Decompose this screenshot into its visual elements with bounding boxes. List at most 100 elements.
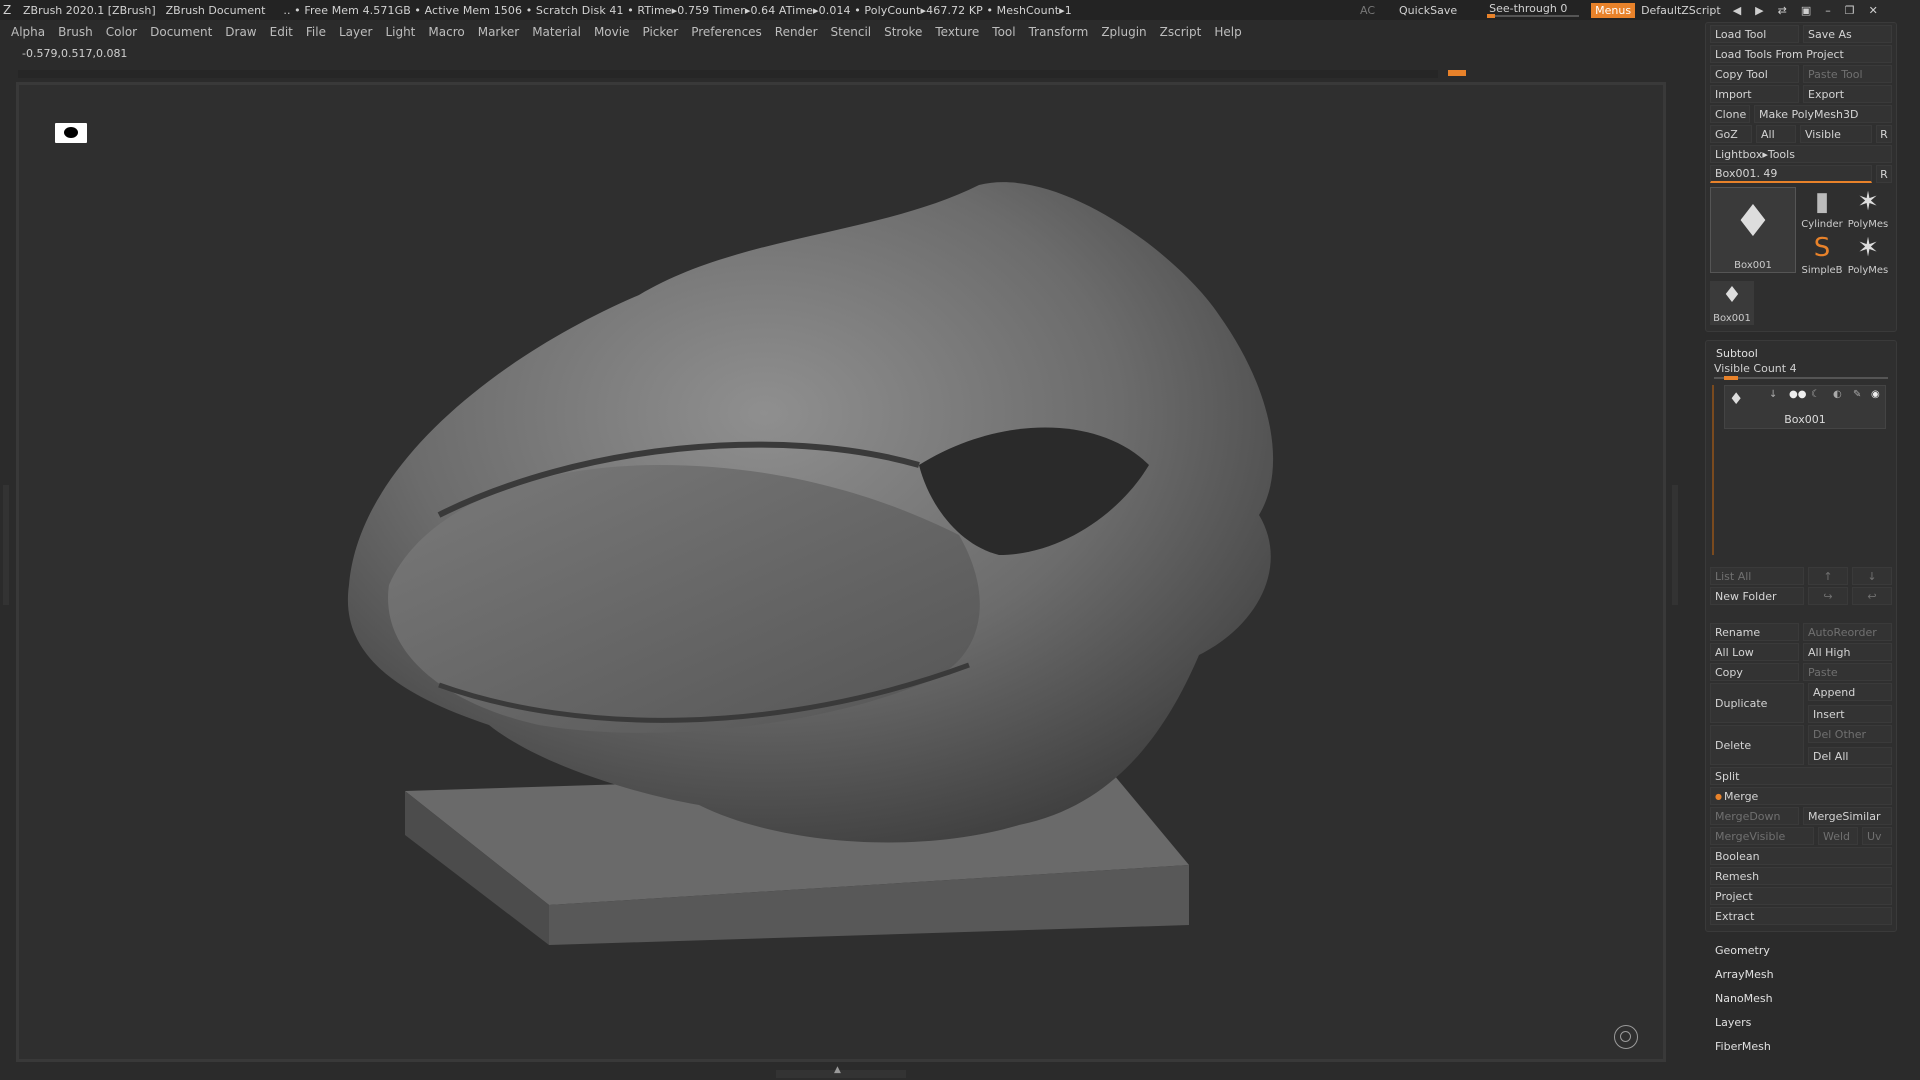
section-nanomesh[interactable]: NanoMesh <box>1715 986 1887 1010</box>
folder-out-icon[interactable]: ↩ <box>1852 587 1892 605</box>
menu-help[interactable]: Help <box>1214 25 1241 39</box>
load-tool-button[interactable]: Load Tool <box>1710 25 1799 43</box>
left-tray-handle[interactable] <box>3 485 9 605</box>
menu-picker[interactable]: Picker <box>642 25 678 39</box>
menu-preferences[interactable]: Preferences <box>691 25 762 39</box>
copy-button[interactable]: Copy <box>1710 663 1799 681</box>
timeline-track[interactable] <box>18 70 1466 78</box>
copy-tool-button[interactable]: Copy Tool <box>1710 65 1799 83</box>
menu-zscript[interactable]: Zscript <box>1160 25 1202 39</box>
lightbox-tools-button[interactable]: Lightbox▸Tools <box>1710 145 1892 163</box>
tool-thumb-box001-small[interactable]: ♦ Box001 <box>1710 281 1754 325</box>
see-through-knob[interactable] <box>1487 14 1496 18</box>
bottom-tray-handle[interactable] <box>776 1065 906 1078</box>
menu-transform[interactable]: Transform <box>1029 25 1089 39</box>
section-fibermesh[interactable]: FiberMesh <box>1715 1034 1887 1058</box>
goz-all-button[interactable]: All <box>1756 125 1796 143</box>
tool-thumb-box001[interactable]: ♦ Box001 <box>1710 187 1796 273</box>
visible-count-slider[interactable]: Visible Count 4 <box>1706 362 1896 380</box>
split-button[interactable]: Split <box>1710 767 1892 785</box>
clone-button[interactable]: Clone <box>1710 105 1750 123</box>
move-up-icon[interactable]: ↑ <box>1808 567 1848 585</box>
export-button[interactable]: Export <box>1803 85 1892 103</box>
menu-brush[interactable]: Brush <box>58 25 93 39</box>
tool-thumb-polymesh[interactable]: ✶ PolyMes <box>1846 187 1890 231</box>
import-button[interactable]: Import <box>1710 85 1799 103</box>
subtool-arrow-icon[interactable]: ↓ <box>1769 389 1777 400</box>
extract-button[interactable]: Extract <box>1710 907 1892 925</box>
goz-r-button[interactable]: R <box>1876 125 1892 143</box>
section-arraymesh[interactable]: ArrayMesh <box>1715 962 1887 986</box>
menu-marker[interactable]: Marker <box>478 25 519 39</box>
layout-swap-icon[interactable]: ⇄ <box>1778 4 1787 17</box>
mergevisible-button[interactable]: MergeVisible <box>1710 827 1814 845</box>
paste-button[interactable]: Paste <box>1803 663 1892 681</box>
new-folder-button[interactable]: New Folder <box>1710 587 1804 605</box>
goz-button[interactable]: GoZ <box>1710 125 1752 143</box>
menu-alpha[interactable]: Alpha <box>11 25 45 39</box>
merge-button[interactable]: ● Merge <box>1710 787 1892 805</box>
tool-thumb-polymesh-2[interactable]: ✶ PolyMes <box>1846 233 1890 277</box>
viewport-canvas[interactable] <box>16 82 1666 1062</box>
menu-light[interactable]: Light <box>385 25 415 39</box>
right-tray-handle[interactable] <box>1672 485 1678 605</box>
goz-visible-button[interactable]: Visible <box>1800 125 1872 143</box>
load-tools-from-project-button[interactable]: Load Tools From Project <box>1710 45 1892 63</box>
layout-left-icon[interactable]: ◀ <box>1733 4 1741 17</box>
menu-material[interactable]: Material <box>532 25 581 39</box>
timeline-marker[interactable] <box>1448 70 1466 76</box>
menu-edit[interactable]: Edit <box>270 25 293 39</box>
subtool-toggle-icon[interactable]: ●● <box>1789 389 1806 400</box>
tool-thumb-simplebrush[interactable]: S SimpleB <box>1800 233 1844 277</box>
remesh-button[interactable]: Remesh <box>1710 867 1892 885</box>
section-layers[interactable]: Layers <box>1715 1010 1887 1034</box>
close-icon[interactable]: ✕ <box>1869 4 1878 17</box>
subtool-brush-icon[interactable]: ✎ <box>1853 389 1861 400</box>
move-down-icon[interactable]: ↓ <box>1852 567 1892 585</box>
rename-button[interactable]: Rename <box>1710 623 1799 641</box>
default-zscript[interactable]: DefaultZScript <box>1641 4 1721 17</box>
menu-file[interactable]: File <box>306 25 326 39</box>
save-as-button[interactable]: Save As <box>1803 25 1892 43</box>
list-all-button[interactable]: List All <box>1710 567 1804 585</box>
tool-slider-r-button[interactable]: R <box>1876 165 1892 183</box>
menu-layer[interactable]: Layer <box>339 25 372 39</box>
restore-icon[interactable]: ❐ <box>1845 4 1855 17</box>
insert-button[interactable]: Insert <box>1808 705 1892 723</box>
all-low-button[interactable]: All Low <box>1710 643 1799 661</box>
del-other-button[interactable]: Del Other <box>1808 725 1892 743</box>
weld-button[interactable]: Weld <box>1818 827 1858 845</box>
section-geometry[interactable]: Geometry <box>1715 938 1887 962</box>
autoreorder-button[interactable]: AutoReorder <box>1803 623 1892 641</box>
mergedown-button[interactable]: MergeDown <box>1710 807 1799 825</box>
menu-movie[interactable]: Movie <box>594 25 630 39</box>
subtool-header[interactable]: Subtool <box>1706 341 1896 362</box>
menu-render[interactable]: Render <box>775 25 818 39</box>
menu-tool[interactable]: Tool <box>992 25 1015 39</box>
subtool-circle-icon[interactable]: ◐ <box>1833 389 1842 400</box>
paste-tool-button[interactable]: Paste Tool <box>1803 65 1892 83</box>
menu-document[interactable]: Document <box>150 25 212 39</box>
menu-color[interactable]: Color <box>106 25 137 39</box>
all-high-button[interactable]: All High <box>1803 643 1892 661</box>
subtool-list[interactable]: ♦ ↓ ●● ☾ ◐ ✎ ◉ Box001 <box>1710 385 1892 565</box>
visible-count-knob[interactable] <box>1724 376 1738 380</box>
ac-button[interactable]: AC <box>1360 4 1375 17</box>
subtool-item-box001[interactable]: ♦ ↓ ●● ☾ ◐ ✎ ◉ Box001 <box>1724 385 1886 429</box>
tool-thumb-cylinder[interactable]: ▮ Cylinder <box>1800 187 1844 231</box>
view-rotation-icon[interactable] <box>1614 1025 1638 1049</box>
project-button[interactable]: Project <box>1710 887 1892 905</box>
make-polymesh-button[interactable]: Make PolyMesh3D <box>1754 105 1892 123</box>
delete-button[interactable]: Delete <box>1710 725 1804 765</box>
menu-draw[interactable]: Draw <box>225 25 256 39</box>
subtool-eye-icon[interactable]: ◉ <box>1871 389 1880 400</box>
menu-macro[interactable]: Macro <box>428 25 464 39</box>
minimize-icon[interactable]: – <box>1825 4 1831 17</box>
menu-zplugin[interactable]: Zplugin <box>1101 25 1146 39</box>
menu-stencil[interactable]: Stencil <box>831 25 872 39</box>
subtool-moon-icon[interactable]: ☾ <box>1811 389 1820 400</box>
boolean-button[interactable]: Boolean <box>1710 847 1892 865</box>
menus-toggle[interactable]: Menus <box>1591 2 1636 18</box>
layout-right-icon[interactable]: ▶ <box>1755 4 1763 17</box>
subtool-scrollbar[interactable] <box>1712 385 1714 555</box>
